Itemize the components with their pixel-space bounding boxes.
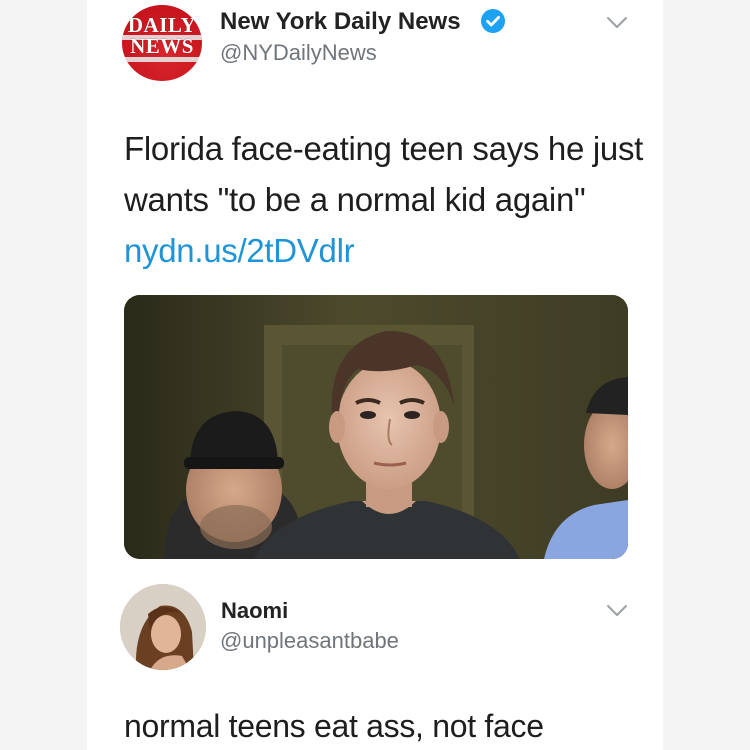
tweet-text: Florida face-eating teen says he just wa… (124, 123, 644, 276)
chevron-down-icon[interactable] (606, 604, 628, 618)
tweet-photo[interactable] (124, 295, 628, 559)
reply-author-handle[interactable]: @unpleasantbabe (220, 628, 399, 654)
reply-avatar[interactable] (120, 584, 206, 670)
tweet-card: DAILY NEWS New York Daily News @NYDailyN… (87, 0, 663, 750)
tweet-author-handle[interactable]: @NYDailyNews (220, 40, 377, 66)
chevron-down-icon[interactable] (606, 16, 628, 30)
tweet-link[interactable]: nydn.us/2tDVdlr (124, 232, 355, 269)
tweet-author-name[interactable]: New York Daily News (220, 8, 461, 36)
tweet-body: Florida face-eating teen says he just wa… (124, 130, 644, 218)
reply-text: normal teens eat ass, not face (124, 708, 544, 744)
logo-text-line1: DAILY (127, 13, 197, 37)
reply-author-name[interactable]: Naomi (221, 598, 288, 624)
logo-text-line2: NEWS (130, 34, 194, 58)
daily-news-logo-avatar[interactable]: DAILY NEWS (122, 5, 202, 81)
verified-badge-icon (481, 9, 505, 33)
